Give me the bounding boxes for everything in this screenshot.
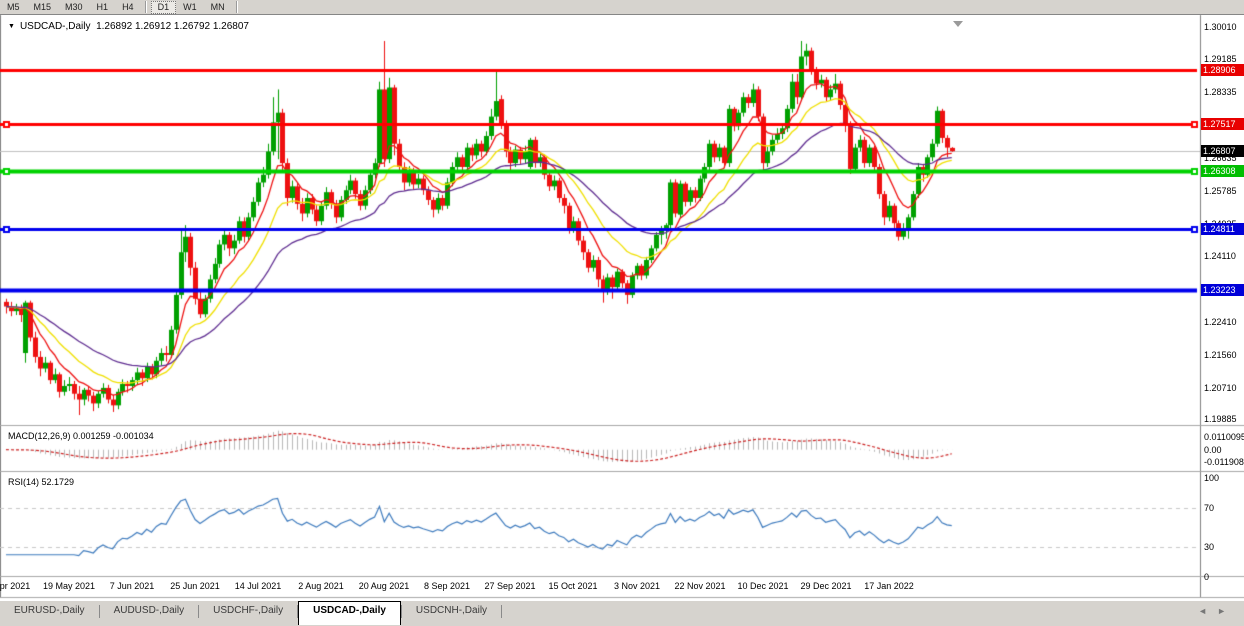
timeframe-button-m15[interactable]: M15	[27, 1, 59, 14]
toolbar-separator	[236, 1, 238, 13]
chart-tab-usdcnh[interactable]: USDCNH-,Daily	[402, 601, 501, 626]
chart-tab-usdcad[interactable]: USDCAD-,Daily	[298, 601, 401, 625]
date-axis-label: 17 Jan 2022	[864, 581, 914, 591]
chart-tab-eurusd[interactable]: EURUSD-,Daily	[0, 601, 99, 626]
price-axis-tick: 1.24110	[1204, 251, 1236, 261]
symbol-dropdown-icon[interactable]: ▼	[8, 23, 15, 30]
price-axis-tick: 1.20710	[1204, 383, 1237, 393]
chart-tab-bar: EURUSD-,DailyAUDUSD-,DailyUSDCHF-,DailyU…	[0, 600, 1244, 626]
date-axis-label: 25 Jun 2021	[170, 581, 220, 591]
price-axis-tick: 1.19885	[1204, 414, 1237, 424]
price-axis-tick: 1.30010	[1204, 22, 1237, 32]
timeframe-button-h1[interactable]: H1	[90, 1, 116, 14]
timeframe-button-mn[interactable]: MN	[204, 1, 232, 14]
price-line-badge: 1.26308	[1201, 165, 1244, 177]
timeframe-button-m5[interactable]: M5	[0, 1, 27, 14]
tab-scroll-left-icon: ◄	[1198, 606, 1217, 616]
price-axis-tick: 1.21560	[1204, 350, 1237, 360]
timeframe-toolbar: M5M15M30H1H4 D1W1MN	[0, 0, 1244, 15]
mt4-chart-window: M5M15M30H1H4 D1W1MN ▼ USDCAD-,Daily 1.2689…	[0, 0, 1244, 625]
macd-axis-tick: 0.0110095	[1204, 432, 1244, 442]
date-axis-label: 10 Dec 2021	[737, 581, 788, 591]
price-line-badge: 1.27517	[1201, 118, 1244, 130]
date-axis-label: 19 May 2021	[43, 581, 95, 591]
price-line-badge: 1.23223	[1201, 284, 1244, 296]
timeframe-button-h4[interactable]: H4	[115, 1, 141, 14]
price-axis-tick: 1.28335	[1204, 87, 1237, 97]
date-axis-label: 2 Aug 2021	[298, 581, 344, 591]
chart-title: ▼ USDCAD-,Daily 1.26892 1.26912 1.26792 1…	[8, 21, 249, 32]
tab-scroll-arrows[interactable]: ◄►	[1198, 606, 1236, 616]
date-axis-label: 7 Jun 2021	[110, 581, 155, 591]
date-axis-label: 29 Dec 2021	[800, 581, 851, 591]
rsi-axis-tick: 0	[1204, 572, 1209, 582]
tab-scroll-right-icon: ►	[1217, 606, 1236, 616]
chart-shift-marker-icon[interactable]	[953, 21, 963, 27]
macd-indicator-label: MACD(12,26,9) 0.001259 -0.001034	[8, 431, 154, 441]
price-axis-tick: 1.29185	[1204, 54, 1237, 64]
current-price-badge: 1.26807	[1201, 145, 1244, 157]
date-axis-label: 8 Sep 2021	[424, 581, 470, 591]
price-line-badge: 1.28906	[1201, 64, 1244, 76]
rsi-axis-tick: 30	[1204, 542, 1214, 552]
date-axis-label: 15 Oct 2021	[548, 581, 597, 591]
symbol-name: USDCAD-,Daily	[20, 21, 91, 32]
date-axis-label: 20 Aug 2021	[359, 581, 410, 591]
chart-tab-usdchf[interactable]: USDCHF-,Daily	[199, 601, 297, 626]
macd-axis-tick: 0.00	[1204, 445, 1222, 455]
price-line-badge: 1.24811	[1201, 223, 1244, 235]
ohlc-readout: 1.26892 1.26912 1.26792 1.26807	[96, 21, 249, 32]
macd-axis-tick: -0.0119085	[1204, 457, 1244, 467]
chart-tab-audusd[interactable]: AUDUSD-,Daily	[100, 601, 199, 626]
date-axis-label: 27 Sep 2021	[484, 581, 535, 591]
rsi-indicator-label: RSI(14) 52.1729	[8, 477, 74, 487]
date-axis-label: 3 Nov 2021	[614, 581, 660, 591]
price-axis-tick: 1.25785	[1204, 186, 1237, 196]
tab-separator	[501, 605, 502, 618]
date-axis-label: 14 Jul 2021	[235, 581, 282, 591]
rsi-axis-tick: 100	[1204, 473, 1219, 483]
date-axis-label: 30 Apr 2021	[0, 581, 30, 591]
toolbar-separator	[145, 1, 147, 13]
timeframe-button-m30[interactable]: M30	[58, 1, 90, 14]
price-chart-canvas[interactable]	[0, 0, 1244, 625]
rsi-axis-tick: 70	[1204, 503, 1214, 513]
timeframe-button-d1[interactable]: D1	[151, 1, 177, 14]
timeframe-button-w1[interactable]: W1	[176, 1, 204, 14]
date-axis-label: 22 Nov 2021	[674, 581, 725, 591]
price-axis-tick: 1.22410	[1204, 317, 1237, 327]
